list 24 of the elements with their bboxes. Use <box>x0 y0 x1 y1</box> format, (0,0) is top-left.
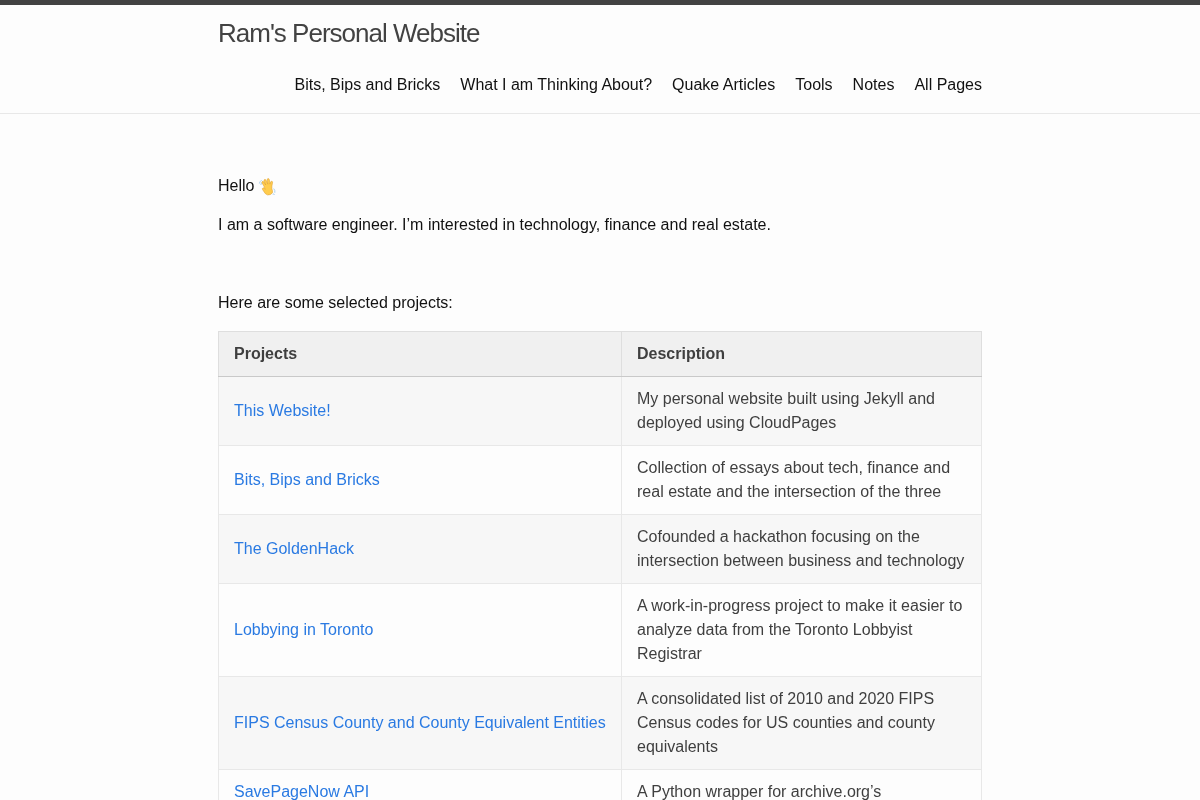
description-cell: A work-in-progress project to make it easier to analyze data from the Toronto Lobbyist Registrar <box>621 583 982 677</box>
project-link[interactable]: FIPS Census County and County Equivalent Entities <box>234 714 606 731</box>
nav-link[interactable]: All Pages <box>914 61 982 109</box>
nav-link[interactable]: Bits, Bips and Bricks <box>294 61 441 109</box>
waving-hand-icon <box>258 176 278 196</box>
projects-intro-text: Here are some selected projects: <box>218 293 453 313</box>
description-cell: A consolidated list of 2010 and 2020 FIPS Census codes for US counties and county equivalents <box>621 676 982 770</box>
site-title[interactable]: Ram's Personal Website <box>218 5 480 61</box>
description-cell: Cofounded a hackathon focusing on the intersection between business and technology <box>621 514 982 584</box>
nav-link[interactable]: Quake Articles <box>672 61 776 109</box>
nav-link[interactable]: Tools <box>795 61 833 109</box>
greeting-text: Hello <box>218 176 255 196</box>
project-link[interactable]: Bits, Bips and Bricks <box>234 471 380 488</box>
project-link[interactable]: This Website! <box>234 402 331 419</box>
description-cell: My personal website built using Jekyll and deployed using CloudPages <box>621 376 982 446</box>
column-header: Projects <box>218 331 622 377</box>
description-cell: Collection of essays about tech, finance and real estate and the intersection of the three <box>621 445 982 515</box>
project-link[interactable]: The GoldenHack <box>234 540 355 557</box>
project-link[interactable]: SavePageNow API <box>234 783 370 800</box>
column-header: Description <box>621 331 982 377</box>
intro-text: I am a software engineer. I’m interested in technology, finance and real estate. <box>218 215 771 235</box>
nav-link[interactable]: Notes <box>852 61 895 109</box>
nav-link[interactable]: What I am Thinking About? <box>460 61 653 109</box>
project-link[interactable]: Lobbying in Toronto <box>234 621 374 638</box>
